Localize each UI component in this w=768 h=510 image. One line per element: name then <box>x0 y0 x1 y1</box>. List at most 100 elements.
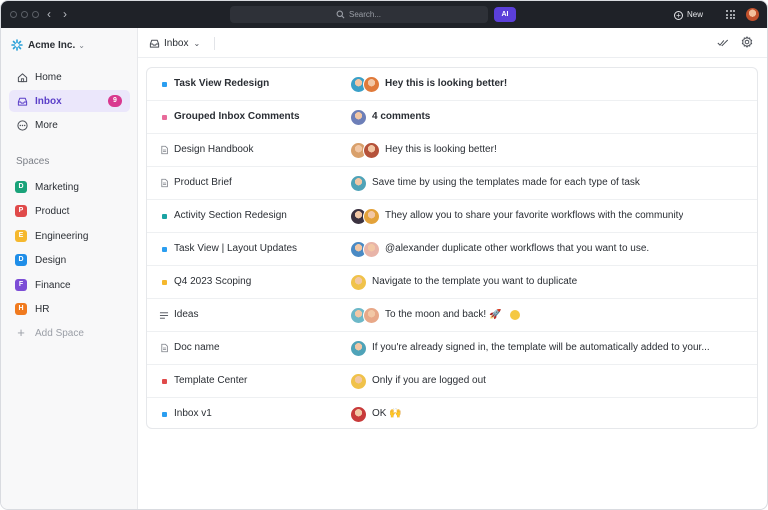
document-icon <box>159 145 169 155</box>
avatar-group <box>350 274 367 291</box>
space-label: Marketing <box>35 181 79 193</box>
inbox-row[interactable]: Design Handbook Hey this is looking bette… <box>147 134 757 167</box>
task-status-icon <box>159 277 169 287</box>
back-arrow-icon[interactable]: ‹ <box>47 7 51 21</box>
inbox-row[interactable]: Task View | Layout Updates @alexander dup… <box>147 233 757 266</box>
row-message: @alexander duplicate other workflows tha… <box>385 243 650 254</box>
avatar-group <box>350 373 367 390</box>
inbox-icon <box>149 39 160 48</box>
avatar <box>350 406 367 423</box>
inbox-row[interactable]: Ideas To the moon and back! 🚀 <box>147 299 757 332</box>
space-item-marketing[interactable]: D Marketing <box>9 177 130 197</box>
avatar-group <box>350 109 367 126</box>
space-item-product[interactable]: P Product <box>9 201 130 221</box>
space-label: Product <box>35 205 70 217</box>
row-message: OK 🙌 <box>372 408 402 419</box>
avatar <box>363 307 380 324</box>
ai-button[interactable]: AI <box>494 7 516 22</box>
inbox-row[interactable]: Inbox v1 OK 🙌 <box>147 398 757 428</box>
row-title: Task View | Layout Updates <box>174 243 298 254</box>
row-title: Activity Section Redesign <box>174 210 287 221</box>
space-item-hr[interactable]: H HR <box>9 299 130 319</box>
space-label: Engineering <box>35 230 89 242</box>
avatar <box>350 340 367 357</box>
row-title: Q4 2023 Scoping <box>174 276 252 287</box>
row-title: Design Handbook <box>174 144 254 155</box>
row-message: Only if you are logged out <box>372 375 486 386</box>
space-label: Finance <box>35 279 71 291</box>
avatar <box>350 175 367 192</box>
window-maximize-button[interactable] <box>32 11 39 18</box>
avatar <box>350 373 367 390</box>
search-input[interactable]: Search... <box>230 6 488 23</box>
space-icon: D <box>15 254 27 266</box>
row-title: Inbox v1 <box>174 408 212 419</box>
avatar <box>350 109 367 126</box>
inbox-row[interactable]: Template Center Only if you are logged ou… <box>147 365 757 398</box>
inbox-view-dropdown[interactable]: Inbox ⌄ <box>149 36 200 50</box>
row-title: Product Brief <box>174 177 232 188</box>
sidebar-item-inbox[interactable]: Inbox 9 <box>9 90 130 112</box>
sidebar-item-home[interactable]: Home <box>9 66 130 88</box>
sidebar-item-more[interactable]: More <box>9 114 130 136</box>
avatar-group <box>350 241 380 258</box>
add-space-label: Add Space <box>35 327 84 339</box>
avatar-group <box>350 175 367 192</box>
inbox-icon <box>16 95 28 107</box>
row-message: Navigate to the template you want to dup… <box>372 276 578 287</box>
avatar-group <box>350 208 380 225</box>
row-title: Template Center <box>174 375 248 386</box>
space-item-finance[interactable]: F Finance <box>9 275 130 295</box>
avatar <box>350 274 367 291</box>
app-window: ‹ › Search... AI + New Acme Inc. ⌄ Home … <box>0 0 768 510</box>
space-icon: F <box>15 279 27 291</box>
space-item-engineering[interactable]: E Engineering <box>9 226 130 246</box>
more-icon <box>16 119 28 131</box>
settings-gear-icon[interactable] <box>741 36 753 48</box>
main-header: Inbox ⌄ <box>138 28 767 58</box>
sidebar-item-label: More <box>35 119 58 131</box>
inbox-row[interactable]: Task View Redesign Hey this is looking be… <box>147 68 757 101</box>
task-status-icon <box>159 211 169 221</box>
space-icon: E <box>15 230 27 242</box>
space-label: HR <box>35 303 50 315</box>
space-item-design[interactable]: D Design <box>9 250 130 270</box>
mark-all-read-icon[interactable] <box>717 38 729 48</box>
space-icon: D <box>15 181 27 193</box>
row-message: 4 comments <box>372 111 431 122</box>
plus-icon: + <box>674 11 683 20</box>
window-minimize-button[interactable] <box>21 11 28 18</box>
sidebar: Acme Inc. ⌄ Home Inbox 9 More Spaces D M… <box>1 28 138 509</box>
user-avatar[interactable] <box>746 8 759 21</box>
sidebar-item-label: Home <box>35 71 62 83</box>
avatar-group <box>350 142 380 159</box>
inbox-tab-label: Inbox <box>164 37 189 49</box>
space-label: Design <box>35 254 67 266</box>
space-icon: H <box>15 303 27 315</box>
inbox-row[interactable]: Product Brief Save time by using the temp… <box>147 167 757 200</box>
emoji-reaction-icon <box>510 310 520 320</box>
task-status-icon <box>159 244 169 254</box>
new-button[interactable]: + New <box>674 8 703 21</box>
task-status-icon <box>159 79 169 89</box>
row-message: If you're already signed in, the templat… <box>372 342 710 353</box>
row-title: Doc name <box>174 342 220 353</box>
inbox-row[interactable]: Activity Section Redesign They allow you … <box>147 200 757 233</box>
row-message: To the moon and back! 🚀 <box>385 309 502 320</box>
forward-arrow-icon[interactable]: › <box>63 7 67 21</box>
window-close-button[interactable] <box>10 11 17 18</box>
inbox-row[interactable]: Doc name If you're already signed in, the… <box>147 332 757 365</box>
row-message: Hey this is looking better! <box>385 144 497 155</box>
workspace-switcher[interactable]: Acme Inc. ⌄ <box>11 38 85 52</box>
task-status-icon <box>159 112 169 122</box>
row-title: Grouped Inbox Comments <box>174 111 300 122</box>
avatar <box>363 76 380 93</box>
inbox-row[interactable]: Grouped Inbox Comments 4 comments <box>147 101 757 134</box>
inbox-row[interactable]: Q4 2023 Scoping Navigate to the template … <box>147 266 757 299</box>
apps-grid-icon[interactable] <box>726 10 735 19</box>
add-space-button[interactable]: + Add Space <box>9 323 130 343</box>
space-icon: P <box>15 205 27 217</box>
workspace-name: Acme Inc. <box>28 39 76 51</box>
top-bar: ‹ › Search... AI + New <box>1 1 767 28</box>
document-icon <box>159 343 169 353</box>
